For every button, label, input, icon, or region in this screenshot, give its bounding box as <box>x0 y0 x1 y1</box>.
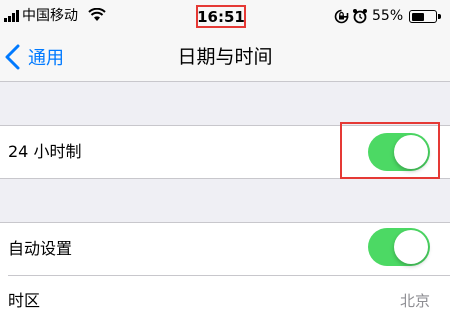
rotation-lock-icon <box>334 9 349 24</box>
toggle-auto-set[interactable] <box>368 228 430 266</box>
wifi-icon <box>88 8 106 21</box>
navigation-bar: 通用 日期与时间 <box>0 34 450 82</box>
timezone-value: 北京 <box>399 292 430 310</box>
page-title: 日期与时间 <box>177 46 273 68</box>
battery-percent: 55% <box>372 8 404 24</box>
setting-label-auto-set: 自动设置 <box>8 239 73 258</box>
setting-label-timezone: 时区 <box>8 291 41 310</box>
battery-icon <box>409 10 441 23</box>
alarm-icon <box>353 9 367 24</box>
status-time: 16:51 <box>197 7 245 26</box>
setting-row-timezone[interactable]: 时区 北京 <box>0 276 450 319</box>
time-highlight-box: 16:51 <box>196 5 246 28</box>
signal-icon <box>4 10 20 22</box>
carrier-name: 中国移动 <box>22 8 78 24</box>
toggle-knob <box>394 230 428 264</box>
highlight-box <box>340 122 440 179</box>
battery-fill <box>411 12 425 21</box>
setting-row-auto-set: 自动设置 <box>0 222 450 276</box>
status-bar: 中国移动 16:51 55% <box>0 0 450 34</box>
setting-label-24-hour: 24 小时制 <box>8 142 82 161</box>
